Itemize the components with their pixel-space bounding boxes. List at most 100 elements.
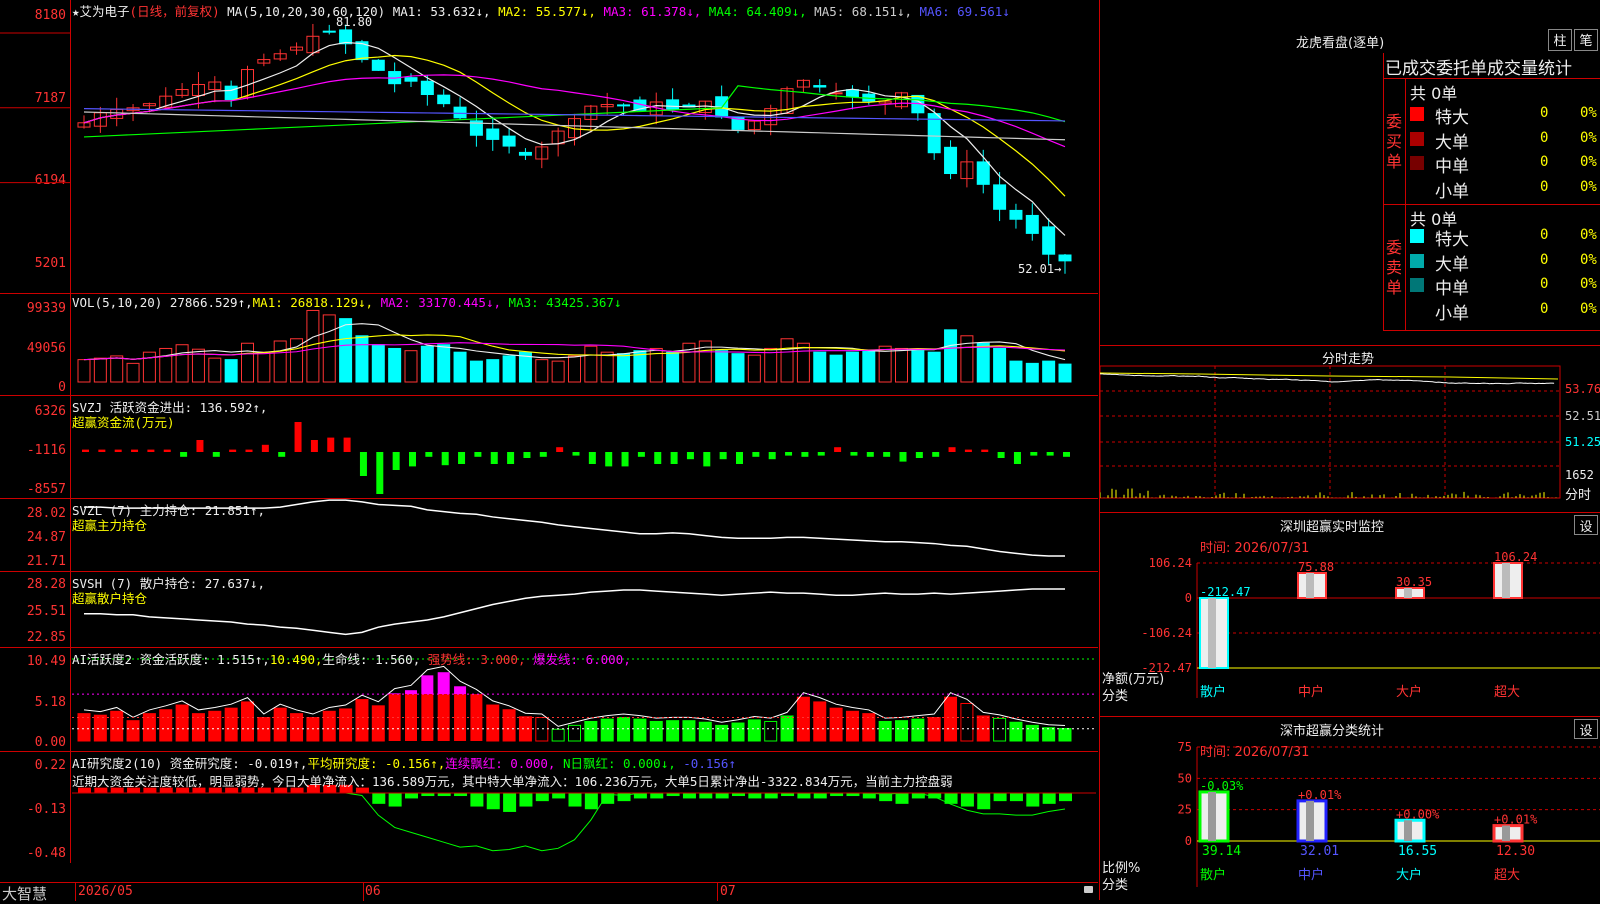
order-count: 0	[1540, 154, 1549, 170]
order-percent: 0%	[1580, 154, 1597, 170]
ratio-bar-shade	[1208, 791, 1216, 841]
activity-bar	[322, 710, 336, 742]
volume-bar	[568, 355, 581, 383]
order-percent: 0%	[1580, 251, 1597, 268]
order-size-label: 大单	[1435, 254, 1469, 275]
volume-bar	[862, 350, 876, 383]
candle	[845, 89, 859, 98]
order-size-label: 中单	[1435, 157, 1469, 177]
activity-bar	[649, 720, 663, 742]
volume-bar	[1058, 363, 1072, 383]
flow-bar-shade	[1306, 573, 1314, 598]
volume-bar	[895, 347, 908, 383]
sz-class-chart[interactable]: 75 50 25 0 -0.03% 39.14 散户 +0.01% 32.01 中户 +0.00% 1…	[1100, 717, 1600, 901]
sz-monitor-panel[interactable]: 深圳超赢实时监控 设 时间: 2026/07/31 106.24 0 -106.24…	[1100, 512, 1600, 717]
money-flow-bar	[409, 452, 416, 467]
category-label: 大户	[1396, 867, 1422, 883]
volume-bar	[93, 357, 107, 383]
price-panel[interactable]: 8180 7187 6194 5201 ★艾为电子(日线，前复权) MA(5,1…	[0, 0, 1098, 294]
money-flow-bar	[719, 452, 727, 460]
money-flow-bar	[866, 452, 874, 457]
money-flow-bar	[768, 452, 776, 460]
volume-title: VOL(5,10,20) 27866.529↑,MA1: 26818.129↓,…	[72, 295, 621, 310]
money-flow-bar	[801, 452, 809, 457]
category-label: 超大	[1494, 868, 1520, 883]
dragon-header: 已成交委托单成交量统计	[1385, 59, 1572, 79]
money-flow-bar	[1013, 452, 1021, 464]
volume-bar	[764, 347, 778, 383]
bar-value-label: 106.24	[1494, 550, 1537, 564]
money-flow-bar	[752, 452, 760, 457]
research-bar	[1042, 793, 1056, 804]
svzj-panel[interactable]: 6326 -1116 -8557 SVZJ 活跃资金进出: 136.592↑, …	[0, 396, 1098, 499]
activity-bar	[1042, 727, 1056, 742]
chart-mode[interactable]: (日线，前复权)	[130, 4, 220, 19]
research-bar	[748, 793, 762, 799]
y-tick: 51.25	[1565, 435, 1600, 449]
high-label: 81.80	[336, 15, 373, 29]
ma-value: MA4: 64.409↓,	[701, 4, 807, 19]
y-tick: 75	[1178, 740, 1192, 754]
activity-bar	[584, 720, 598, 742]
sz-monitor-chart[interactable]: 106.240-106.24-212.47-212.47散户75.88中户30.…	[1100, 513, 1600, 717]
volume-bar	[551, 360, 565, 383]
ai-research-panel[interactable]: 0.22 -0.13 -0.48 AI研究度2(10) 资金研究度: -0.01…	[0, 752, 1098, 863]
money-flow-bar	[932, 452, 940, 457]
order-size-label: 大单	[1435, 132, 1469, 153]
money-flow-bar	[392, 452, 400, 470]
activity-bar	[208, 710, 222, 742]
ma-values: MA1: 53.632↓, MA2: 55.577↓, MA3: 61.378↓…	[393, 4, 1010, 19]
ai-research-note: 近期大资金关注度较低，明显弱势，今日大单净流入：136.589万元，其中特大单净…	[72, 774, 953, 789]
column-view-button[interactable]: 柱	[1548, 29, 1572, 51]
activity-bar	[715, 724, 729, 742]
money-flow-bar	[261, 444, 269, 452]
category-label: 散户	[1200, 867, 1226, 883]
activity-bar	[633, 718, 647, 742]
star-icon[interactable]: ★	[72, 4, 80, 19]
money-flow-bar	[1063, 452, 1070, 457]
volume-bar	[126, 362, 140, 383]
activity-bar	[764, 720, 778, 742]
money-flow-bar	[981, 449, 989, 452]
bar-value-label: 30.35	[1396, 575, 1432, 589]
money-flow-bar	[785, 452, 793, 456]
money-flow-bar	[294, 422, 302, 452]
activity-bar	[993, 717, 1007, 742]
money-flow-bar	[474, 452, 482, 457]
money-flow-bar	[343, 437, 351, 452]
ai-active-title: AI活跃度2 资金活跃度: 1.515↑,10.490,生命线: 1.560, …	[72, 649, 631, 668]
activity-bar	[731, 722, 745, 742]
svzl-subtitle: 超赢主力持仓	[72, 518, 148, 533]
sz-class-panel[interactable]: 深市超赢分类统计 设 时间: 2026/07/31 75 50 25 0 -0.03% 3…	[1100, 716, 1600, 901]
volume-bar	[617, 353, 631, 383]
change-label: -0.03%	[1200, 779, 1244, 793]
order-count: 0	[1540, 129, 1549, 146]
money-flow-bar	[180, 452, 188, 457]
svzl-panel[interactable]: 28.02 24.87 21.71 SVZL (7) 主力持仓: 21.851↑…	[0, 499, 1098, 572]
activity-bar	[224, 707, 238, 742]
candle	[371, 59, 385, 71]
money-flow-bar	[310, 440, 318, 452]
brand-label[interactable]: 大智慧	[2, 883, 47, 904]
intraday-chart[interactable]	[1100, 346, 1600, 512]
activity-bar	[454, 694, 467, 741]
research-bar	[960, 793, 974, 807]
price-title: ★艾为电子(日线，前复权) MA(5,10,20,30,60,120) MA1:…	[72, 1, 1010, 20]
lock-icon[interactable]	[1084, 886, 1093, 893]
flow-bar-shade	[1502, 563, 1510, 598]
order-percent: 0%	[1580, 105, 1597, 121]
ai-active-panel[interactable]: 10.49 5.18 0.00 AI活跃度2 资金活跃度: 1.515↑,10.…	[0, 648, 1098, 752]
volume-bar	[780, 338, 794, 383]
tick-view-button[interactable]: 笔	[1574, 29, 1598, 51]
order-size-label: 中单	[1435, 279, 1469, 299]
svsh-panel[interactable]: 28.28 25.51 22.85 SVSH (7) 散户持仓: 27.637↓…	[0, 572, 1098, 648]
order-percent: 0%	[1580, 276, 1597, 292]
intraday-panel[interactable]: 分时走势 53.76 52.51 51.25 1652 分时	[1100, 346, 1600, 512]
candlestick-chart[interactable]	[0, 0, 1098, 293]
legend-swatch	[1410, 156, 1424, 170]
activity-bar-hot	[454, 686, 467, 695]
stock-name[interactable]: 艾为电子	[80, 4, 130, 19]
ai-research-t1: AI研究度2(10) 资金研究度: -0.019↑,	[72, 756, 308, 771]
volume-panel[interactable]: 99339 49056 0 VOL(5,10,20) 27866.529↑,MA…	[0, 294, 1098, 396]
vol-value: 27866.529↑,	[169, 295, 253, 310]
